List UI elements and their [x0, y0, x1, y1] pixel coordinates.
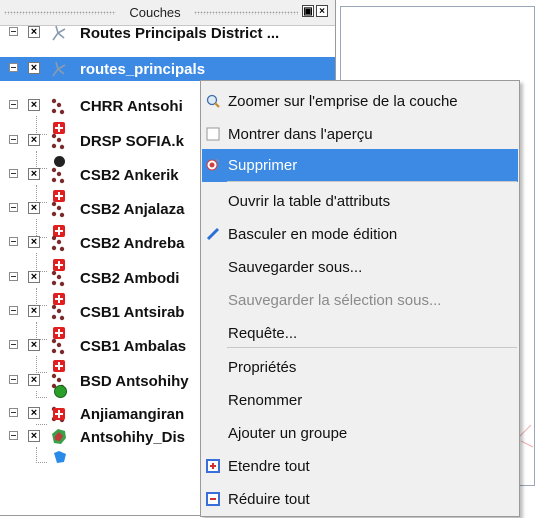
- layer-visibility-checkbox[interactable]: ×: [28, 134, 40, 146]
- menu-item-label: Ouvrir la table d'attributs: [228, 193, 391, 210]
- point-layer-icon: [50, 269, 68, 287]
- grip-left: [4, 11, 116, 15]
- menu-item-label: Propriétés: [228, 359, 297, 376]
- panel-title: Couches: [129, 5, 181, 20]
- green-dot-icon: [54, 385, 67, 398]
- menu-item-sauvegarder-sous[interactable]: Sauvegarder sous...: [202, 251, 518, 284]
- menu-item-requete[interactable]: Requête...: [202, 317, 518, 350]
- collapse-toggle[interactable]: [9, 63, 18, 72]
- zoom-extent-icon: [206, 94, 220, 108]
- menu-item-label: Requête...: [228, 325, 298, 342]
- menu-item-etendre-tout[interactable]: Etendre tout: [202, 450, 518, 483]
- menu-item-basculer-en-mode-edition[interactable]: Basculer en mode édition: [202, 218, 518, 251]
- layer-visibility-checkbox[interactable]: ×: [28, 99, 40, 111]
- float-panel-button[interactable]: ▣: [302, 5, 314, 17]
- menu-item-proprietes[interactable]: Propriétés: [202, 351, 518, 384]
- layer-visibility-checkbox[interactable]: ×: [28, 430, 40, 442]
- menu-item-label: Réduire tout: [228, 491, 310, 508]
- menu-item-renommer[interactable]: Renommer: [202, 384, 518, 417]
- blue-polygon-icon: [53, 450, 66, 463]
- collapse-toggle[interactable]: [9, 169, 18, 178]
- menu-item-zoomer-sur-l-emprise-de-la-couche[interactable]: Zoomer sur l'emprise de la couche: [202, 85, 518, 118]
- menu-item-reduire-tout[interactable]: Réduire tout: [202, 483, 518, 516]
- point-layer-icon: [50, 337, 68, 355]
- point-layer-icon: [50, 303, 68, 321]
- layer-row[interactable]: × Routes Principals District ...: [0, 21, 335, 45]
- layer-label: CSB1 Antsirab: [80, 304, 185, 321]
- menu-item-label: Renommer: [228, 392, 303, 409]
- tree-connector: [36, 447, 47, 463]
- layer-context-menu: Zoomer sur l'emprise de la couche Montrer…: [200, 80, 520, 517]
- remove-layer-icon: [206, 158, 220, 172]
- point-layer-icon: [50, 234, 68, 252]
- layer-visibility-checkbox[interactable]: ×: [28, 305, 40, 317]
- collapse-toggle[interactable]: [9, 375, 18, 384]
- collapse-toggle[interactable]: [9, 340, 18, 349]
- layer-visibility-checkbox[interactable]: ×: [28, 202, 40, 214]
- layer-label: CSB2 Andreba: [80, 235, 185, 252]
- menu-item-label: Ajouter un groupe: [228, 425, 348, 442]
- collapse-toggle[interactable]: [9, 203, 18, 212]
- layer-visibility-checkbox[interactable]: ×: [28, 236, 40, 248]
- menu-item-supprimer[interactable]: Supprimer: [202, 149, 518, 182]
- layer-visibility-checkbox[interactable]: ×: [28, 271, 40, 283]
- tree-connector: [36, 391, 47, 398]
- layer-label: BSD Antsohihy: [80, 373, 189, 390]
- layer-visibility-checkbox[interactable]: ×: [28, 374, 40, 386]
- layer-label: Anjiamangiran: [80, 406, 185, 423]
- layer-label: CSB2 Ambodi: [80, 270, 180, 287]
- layer-visibility-checkbox[interactable]: ×: [28, 62, 40, 74]
- menu-item-label: Sauvegarder la sélection sous...: [228, 292, 442, 309]
- menu-separator: [227, 347, 517, 348]
- layer-visibility-checkbox[interactable]: ×: [28, 26, 40, 38]
- layer-visibility-checkbox[interactable]: ×: [28, 168, 40, 180]
- point-layer-icon: [50, 132, 68, 150]
- point-layer-icon: [50, 200, 68, 218]
- collapse-toggle[interactable]: [9, 431, 18, 440]
- menu-separator: [227, 181, 517, 182]
- layer-visibility-checkbox[interactable]: ×: [28, 407, 40, 419]
- collapse-toggle[interactable]: [9, 272, 18, 281]
- layer-label: CHRR Antsohi: [80, 98, 183, 115]
- point-layer-icon: [50, 97, 68, 115]
- menu-item-label: Basculer en mode édition: [228, 226, 398, 243]
- layer-label: routes_principals: [80, 61, 206, 78]
- line-layer-icon: [50, 24, 68, 42]
- polygon-layer-icon: [50, 428, 68, 446]
- collapse-toggle[interactable]: [9, 408, 18, 417]
- layer-label: CSB2 Anjalaza: [80, 201, 185, 218]
- pencil-icon: [206, 227, 220, 241]
- menu-item-label: Sauvegarder sous...: [228, 259, 363, 276]
- point-layer-icon: [50, 166, 68, 184]
- layer-label: DRSP SOFIA.k: [80, 133, 184, 150]
- menu-item-label: Zoomer sur l'emprise de la couche: [228, 93, 458, 110]
- collapse-all-icon: [206, 492, 220, 506]
- collapse-toggle[interactable]: [9, 135, 18, 144]
- checkbox-icon: [206, 127, 220, 141]
- menu-item-label: Supprimer: [228, 157, 298, 174]
- collapse-toggle[interactable]: [9, 27, 18, 36]
- collapse-toggle[interactable]: [9, 306, 18, 315]
- layer-row[interactable]: × routes_principals: [0, 57, 335, 81]
- menu-item-sauvegarder-la-selection-sous: Sauvegarder la sélection sous...: [202, 284, 518, 317]
- layer-label: Antsohihy_Dis: [80, 429, 186, 446]
- menu-item-ouvrir-la-table-d-attributs[interactable]: Ouvrir la table d'attributs: [202, 185, 518, 218]
- line-layer-icon: [50, 60, 68, 78]
- menu-item-label: Montrer dans l'aperçu: [228, 126, 373, 143]
- red-plus-icon: [53, 408, 65, 420]
- layer-visibility-checkbox[interactable]: ×: [28, 339, 40, 351]
- grip-right: [194, 11, 298, 15]
- menu-item-montrer-dans-l-apercu[interactable]: Montrer dans l'aperçu: [202, 118, 518, 151]
- layer-label: CSB2 Ankerik: [80, 167, 179, 184]
- menu-item-ajouter-un-groupe[interactable]: Ajouter un groupe: [202, 417, 518, 450]
- layer-label: Routes Principals District ...: [80, 25, 280, 42]
- collapse-toggle[interactable]: [9, 100, 18, 109]
- expand-all-icon: [206, 459, 220, 473]
- layer-label: CSB1 Ambalas: [80, 338, 187, 355]
- menu-item-label: Etendre tout: [228, 458, 310, 475]
- close-panel-button[interactable]: ×: [316, 5, 328, 17]
- collapse-toggle[interactable]: [9, 237, 18, 246]
